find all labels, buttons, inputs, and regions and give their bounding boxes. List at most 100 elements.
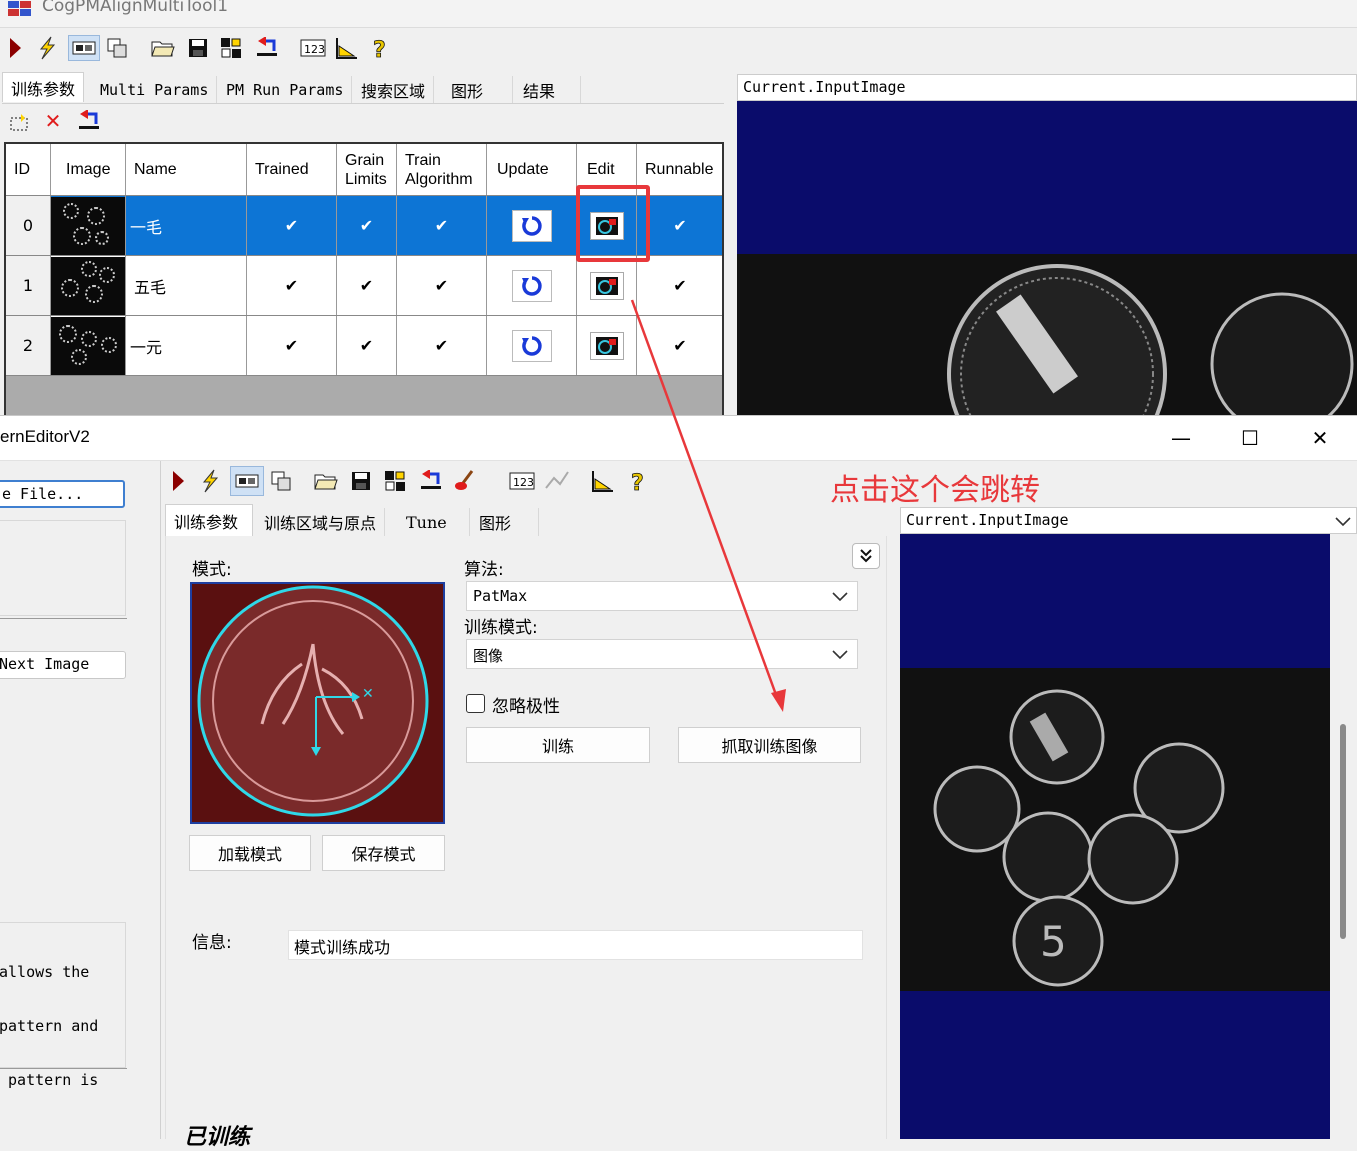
save-pattern-button[interactable]: 保存模式 — [322, 835, 445, 871]
chevron-down-icon — [832, 592, 848, 602]
image-panel-title: Current.InputImage — [906, 511, 1069, 529]
grid-icon[interactable] — [218, 35, 244, 61]
numeric-icon[interactable]: 123 — [300, 35, 326, 61]
tab-multi-params[interactable]: Multi Params — [92, 76, 218, 104]
delete-icon[interactable]: ✕ — [40, 108, 66, 134]
header-grain-limits[interactable]: Grain Limits — [337, 144, 397, 195]
row-grain-check[interactable]: ✔ — [337, 196, 397, 255]
input-image-display[interactable] — [737, 101, 1357, 421]
load-pattern-button[interactable]: 加载模式 — [189, 835, 311, 871]
scrollbar-thumb[interactable] — [1340, 724, 1346, 939]
panel-splitter[interactable] — [160, 461, 161, 1139]
coin-photo — [737, 254, 1357, 421]
row-train-alg-check[interactable]: ✔ — [397, 196, 487, 255]
measure-icon[interactable] — [334, 35, 360, 61]
tab-train-params[interactable]: 训练参数 — [165, 504, 253, 536]
image-panel-title-select[interactable]: Current.InputImage — [900, 507, 1357, 534]
update-button[interactable] — [511, 209, 552, 242]
lightning-icon[interactable] — [197, 468, 223, 494]
pattern-grid: ID Image Name Trained Grain Limits Train… — [4, 142, 724, 416]
algorithm-select[interactable]: PatMax — [466, 581, 858, 611]
image-scrollbar[interactable] — [1330, 534, 1357, 1139]
row-grain-check[interactable]: ✔ — [337, 316, 397, 375]
header-trained[interactable]: Trained — [247, 144, 337, 195]
row-id: 2 — [6, 316, 51, 375]
numeric-icon[interactable]: 123 — [509, 468, 535, 494]
refresh-icon — [521, 215, 542, 236]
maximize-button[interactable]: ☐ — [1230, 421, 1270, 455]
row-update — [487, 316, 577, 375]
grab-image-icon[interactable] — [76, 108, 102, 134]
help-icon[interactable]: ? — [626, 468, 652, 494]
table-row[interactable]: 1 五毛 ✔ ✔ ✔ ✔ — [6, 256, 722, 316]
update-button[interactable] — [511, 329, 552, 362]
copy-icon[interactable] — [268, 468, 294, 494]
pattern-image[interactable]: ✕ — [190, 582, 445, 824]
algorithm-label: 算法: — [464, 560, 504, 580]
next-image-button[interactable]: Next Image — [0, 651, 126, 679]
reset-icon[interactable] — [418, 468, 444, 494]
measure-icon[interactable] — [590, 468, 616, 494]
reset-icon[interactable] — [254, 35, 280, 61]
tab-search-region[interactable]: 搜索区域 — [353, 76, 435, 104]
open-folder-icon[interactable] — [313, 468, 339, 494]
save-icon[interactable] — [185, 35, 211, 61]
open-folder-icon[interactable] — [150, 35, 176, 61]
pattern-editor-window: ernEditorV2 — ☐ ✕ e File... Next Image a… — [0, 415, 1357, 1150]
header-train-algorithm[interactable]: Train Algorithm — [397, 144, 487, 195]
lightning-icon[interactable] — [34, 35, 60, 61]
row-train-alg-check[interactable]: ✔ — [397, 316, 487, 375]
update-button[interactable] — [511, 269, 552, 302]
brush-icon[interactable] — [452, 468, 478, 494]
grid-empty-area — [6, 376, 722, 416]
info-field[interactable]: 模式训练成功 — [288, 930, 863, 960]
tab-train-region-origin[interactable]: 训练区域与原点 — [256, 508, 386, 536]
row-runnable-check[interactable]: ✔ — [637, 256, 723, 315]
tab-train-params[interactable]: 训练参数 — [2, 72, 85, 102]
header-id[interactable]: ID — [6, 144, 51, 195]
run-icon[interactable] — [2, 35, 28, 61]
side-divider — [0, 618, 127, 619]
train-button[interactable]: 训练 — [466, 727, 650, 763]
row-thumbnail — [51, 316, 126, 375]
run-icon[interactable] — [165, 468, 191, 494]
grid-icon[interactable] — [382, 468, 408, 494]
header-update[interactable]: Update — [487, 144, 577, 195]
copy-icon[interactable] — [104, 35, 130, 61]
grab-train-image-button[interactable]: 抓取训练图像 — [678, 727, 861, 763]
save-icon[interactable] — [348, 468, 374, 494]
tab-results[interactable]: 结果 — [515, 76, 581, 104]
tab-graphics[interactable]: 图形 — [443, 76, 513, 104]
row-name[interactable]: 一毛 — [126, 196, 247, 255]
double-chevron-down-icon — [860, 549, 872, 563]
row-runnable-check[interactable]: ✔ — [637, 316, 723, 375]
input-image-display[interactable]: 5 — [900, 534, 1330, 1139]
collapse-button[interactable] — [852, 543, 880, 569]
tab-tune[interactable]: Tune — [398, 508, 470, 536]
display-icon[interactable] — [68, 35, 100, 61]
new-pattern-icon[interactable] — [6, 110, 32, 136]
row-grain-check[interactable]: ✔ — [337, 256, 397, 315]
row-id: 1 — [6, 256, 51, 315]
close-button[interactable]: ✕ — [1300, 421, 1340, 455]
table-row[interactable]: 2 一元 ✔ ✔ ✔ ✔ — [6, 316, 722, 376]
display-icon[interactable] — [230, 466, 264, 496]
image-panel-title[interactable]: Current.InputImage — [737, 74, 1357, 101]
edit-button[interactable] — [589, 271, 624, 300]
coins-graphic — [947, 264, 1354, 421]
header-image[interactable]: Image — [51, 144, 126, 195]
minimize-button[interactable]: — — [1161, 421, 1201, 455]
train-mode-select[interactable]: 图像 — [466, 639, 858, 669]
edit-button[interactable] — [589, 331, 624, 360]
tab-pm-run-params[interactable]: PM Run Params — [218, 76, 353, 104]
ignore-polarity-checkbox[interactable] — [466, 694, 485, 713]
tab-graphics[interactable]: 图形 — [471, 508, 539, 536]
row-name[interactable]: 一元 — [126, 316, 247, 375]
window-title: CogPMAlignMultiTool1 — [42, 0, 229, 16]
header-name[interactable]: Name — [126, 144, 247, 195]
row-name[interactable]: 五毛 — [126, 256, 247, 315]
row-train-alg-check[interactable]: ✔ — [397, 256, 487, 315]
open-file-button[interactable]: e File... — [0, 480, 125, 508]
ignore-polarity-label[interactable]: 忽略极性 — [492, 692, 560, 717]
help-icon[interactable]: ? — [368, 35, 394, 61]
